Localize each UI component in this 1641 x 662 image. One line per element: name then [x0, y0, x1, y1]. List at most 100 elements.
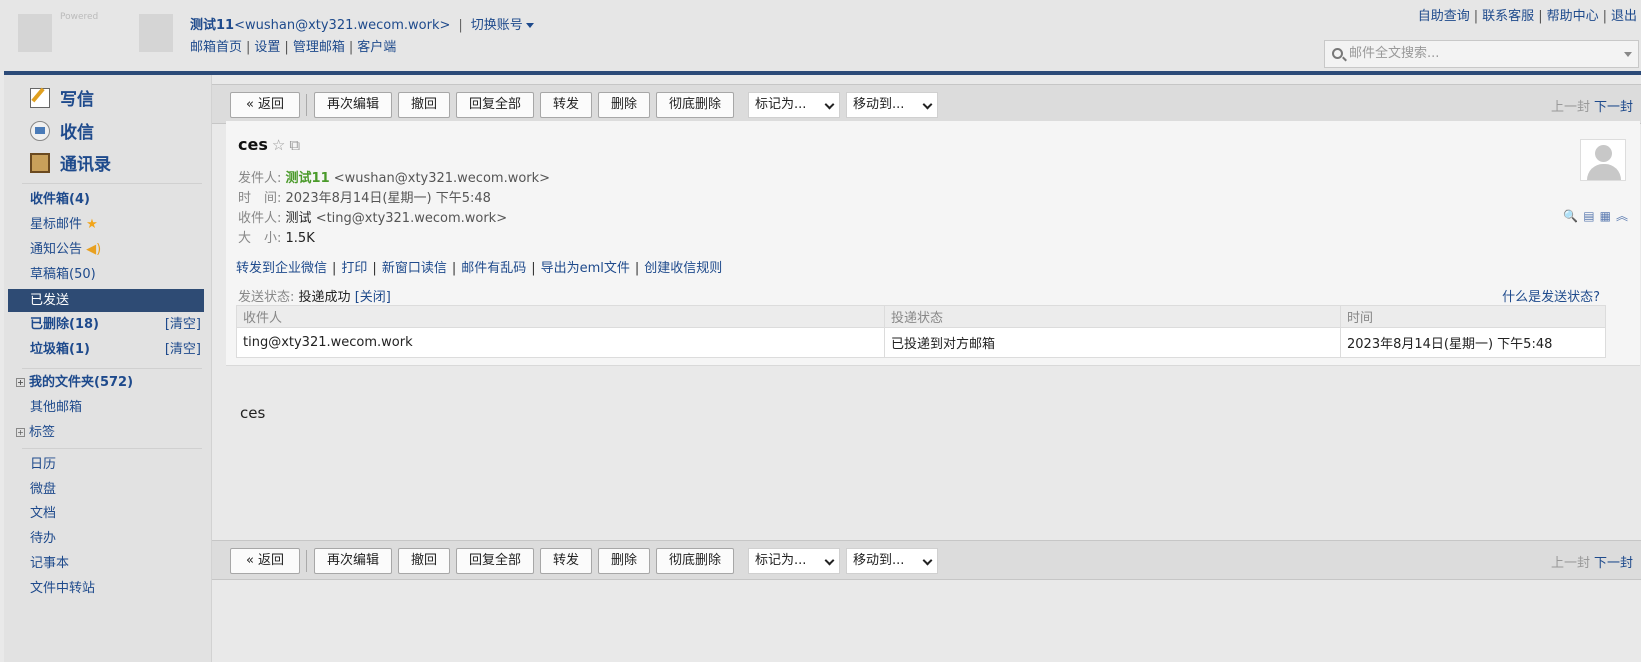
forward-to-wecom-link[interactable]: 转发到企业微信: [236, 261, 327, 276]
search-icon: [1332, 48, 1343, 59]
prev-mail-link[interactable]: 上一封: [1551, 100, 1590, 115]
move-to-select[interactable]: 移动到...: [846, 548, 938, 574]
sidebar-item-calendar[interactable]: 日历: [30, 454, 56, 476]
collapse-icon[interactable]: ︽: [1616, 207, 1628, 224]
chevron-down-icon: [824, 555, 835, 566]
help-center-link[interactable]: 帮助中心: [1547, 9, 1599, 24]
sidebar-item-todo[interactable]: 待办: [30, 528, 56, 550]
open-new-window-link[interactable]: 新窗口读信: [382, 261, 447, 276]
from-row: 发件人: 测试11 <wushan@xty321.wecom.work>: [238, 171, 551, 186]
search-input[interactable]: 邮件全文搜索...: [1324, 40, 1639, 68]
delivery-status-table: 收件人 投递状态 时间 ting@xty321.wecom.work 已投递到对…: [236, 305, 1606, 358]
nav-client[interactable]: 客户端: [357, 40, 396, 55]
col-recipient: 收件人: [236, 305, 885, 328]
mark-as-select[interactable]: 标记为...: [748, 548, 840, 574]
size-row: 大 小: 1.5K: [238, 231, 315, 246]
reply-all-button[interactable]: 回复全部: [456, 92, 534, 118]
garbled-link[interactable]: 邮件有乱码: [461, 261, 526, 276]
sidebar-item-drafts[interactable]: 草稿箱(50): [30, 264, 96, 286]
mail-header-panel: ces ☆ ⧉ 发件人: 测试11 <wushan@xty321.wecom.wor…: [226, 121, 1640, 366]
cell-recipient: ting@xty321.wecom.work: [236, 327, 885, 358]
delete-button[interactable]: 删除: [598, 548, 650, 574]
prev-mail-link[interactable]: 上一封: [1551, 556, 1590, 571]
print-icon[interactable]: ▦: [1600, 209, 1611, 223]
mail-time: 2023年8月14日(星期一) 下午5:48: [285, 191, 491, 206]
print-link[interactable]: 打印: [341, 261, 367, 276]
create-rule-link[interactable]: 创建收信规则: [644, 261, 722, 276]
expand-icon[interactable]: +: [16, 378, 25, 387]
sidebar-item-notices[interactable]: 通知公告 ◀): [30, 239, 101, 261]
export-eml-link[interactable]: 导出为eml文件: [541, 261, 630, 276]
expand-icon[interactable]: +: [16, 428, 25, 437]
sidebar-item-file-transfer[interactable]: 文件中转站: [30, 578, 95, 600]
receive-mail-button[interactable]: 收信: [30, 118, 94, 143]
contacts-button[interactable]: 通讯录: [30, 150, 111, 175]
recall-button[interactable]: 撤回: [398, 548, 450, 574]
close-status-link[interactable]: [关闭]: [355, 290, 391, 305]
forward-button[interactable]: 转发: [540, 548, 592, 574]
switch-account-link[interactable]: 切换账号: [471, 18, 534, 33]
content-footer-area: [212, 581, 1641, 662]
chevron-down-icon: [922, 99, 933, 110]
logo-text: Powered: [60, 12, 99, 22]
back-button[interactable]: « 返回: [230, 548, 300, 574]
nav-mail-home[interactable]: 邮箱首页: [190, 40, 242, 55]
write-mail-button[interactable]: 写信: [30, 85, 94, 110]
col-status: 投递状态: [884, 305, 1341, 328]
sidebar-item-inbox[interactable]: 收件箱(4): [30, 189, 90, 211]
delete-permanently-button[interactable]: 彻底删除: [656, 92, 734, 118]
recipient-name[interactable]: 测试: [286, 211, 312, 226]
nav-settings[interactable]: 设置: [254, 40, 280, 55]
mail-pager: 上一封 下一封: [1551, 552, 1633, 571]
new-window-icon[interactable]: ⧉: [289, 136, 300, 154]
right-top-links: 自助查询 | 联系客服 | 帮助中心 | 退出: [1417, 9, 1637, 24]
star-outline-icon[interactable]: ☆: [272, 136, 285, 154]
mail-tools: 🔍 ▤ ▦ ︽: [1558, 207, 1628, 224]
clear-spam-link[interactable]: [清空]: [165, 339, 201, 361]
what-is-status-link[interactable]: 什么是发送状态?: [1502, 286, 1600, 305]
self-service-link[interactable]: 自助查询: [1418, 9, 1470, 24]
account-email: <wushan@xty321.wecom.work>: [234, 18, 451, 33]
logo-right: [139, 14, 173, 52]
sidebar-divider: [22, 183, 202, 184]
mark-as-select[interactable]: 标记为...: [748, 92, 840, 118]
next-mail-link[interactable]: 下一封: [1594, 556, 1633, 571]
move-to-select[interactable]: 移动到...: [846, 92, 938, 118]
logout-link[interactable]: 退出: [1611, 9, 1637, 24]
sidebar-item-drive[interactable]: 微盘: [30, 479, 56, 501]
sidebar-item-spam[interactable]: 垃圾箱(1): [30, 339, 90, 361]
inbox-icon: [30, 121, 50, 141]
delete-permanently-button[interactable]: 彻底删除: [656, 548, 734, 574]
nav-manage-mail[interactable]: 管理邮箱: [293, 40, 345, 55]
sidebar-item-sent[interactable]: 已发送: [8, 289, 204, 312]
clear-deleted-link[interactable]: [清空]: [165, 314, 201, 336]
translate-icon[interactable]: 🔍: [1563, 209, 1578, 223]
recall-button[interactable]: 撤回: [398, 92, 450, 118]
speaker-icon: ◀): [86, 242, 102, 257]
sidebar-item-other-mail[interactable]: 其他邮箱: [30, 397, 82, 419]
reedit-button[interactable]: 再次编辑: [314, 92, 392, 118]
sidebar-item-tags[interactable]: + 标签: [16, 422, 55, 444]
account-name[interactable]: 测试11: [190, 18, 234, 33]
reedit-button[interactable]: 再次编辑: [314, 548, 392, 574]
note-icon[interactable]: ▤: [1583, 209, 1594, 223]
sidebar-item-notes[interactable]: 记事本: [30, 553, 69, 575]
sender-name[interactable]: 测试11: [286, 171, 330, 186]
next-mail-link[interactable]: 下一封: [1594, 100, 1633, 115]
search-dropdown-icon[interactable]: [1624, 52, 1632, 57]
sidebar-item-my-folders[interactable]: + 我的文件夹(572): [16, 372, 133, 394]
sidebar-item-docs[interactable]: 文档: [30, 503, 56, 525]
forward-button[interactable]: 转发: [540, 92, 592, 118]
mail-subject: ces ☆ ⧉: [238, 135, 301, 154]
back-button[interactable]: « 返回: [230, 92, 300, 118]
sidebar: 写信 收信 通讯录 收件箱(4) 星标邮件 ★ 通知公告 ◀) 草稿箱(50) …: [4, 75, 212, 662]
send-status-value: 投递成功: [298, 290, 351, 305]
mail-action-links: 转发到企业微信 | 打印 | 新窗口读信 | 邮件有乱码 | 导出为eml文件 | 创建收信规则: [236, 261, 723, 276]
reply-all-button[interactable]: 回复全部: [456, 548, 534, 574]
header-divider: [4, 71, 1641, 75]
sidebar-item-starred[interactable]: 星标邮件 ★: [30, 214, 98, 236]
delete-button[interactable]: 删除: [598, 92, 650, 118]
sidebar-divider: [22, 448, 202, 449]
sidebar-item-deleted[interactable]: 已删除(18): [30, 314, 99, 336]
contact-support-link[interactable]: 联系客服: [1482, 9, 1534, 24]
